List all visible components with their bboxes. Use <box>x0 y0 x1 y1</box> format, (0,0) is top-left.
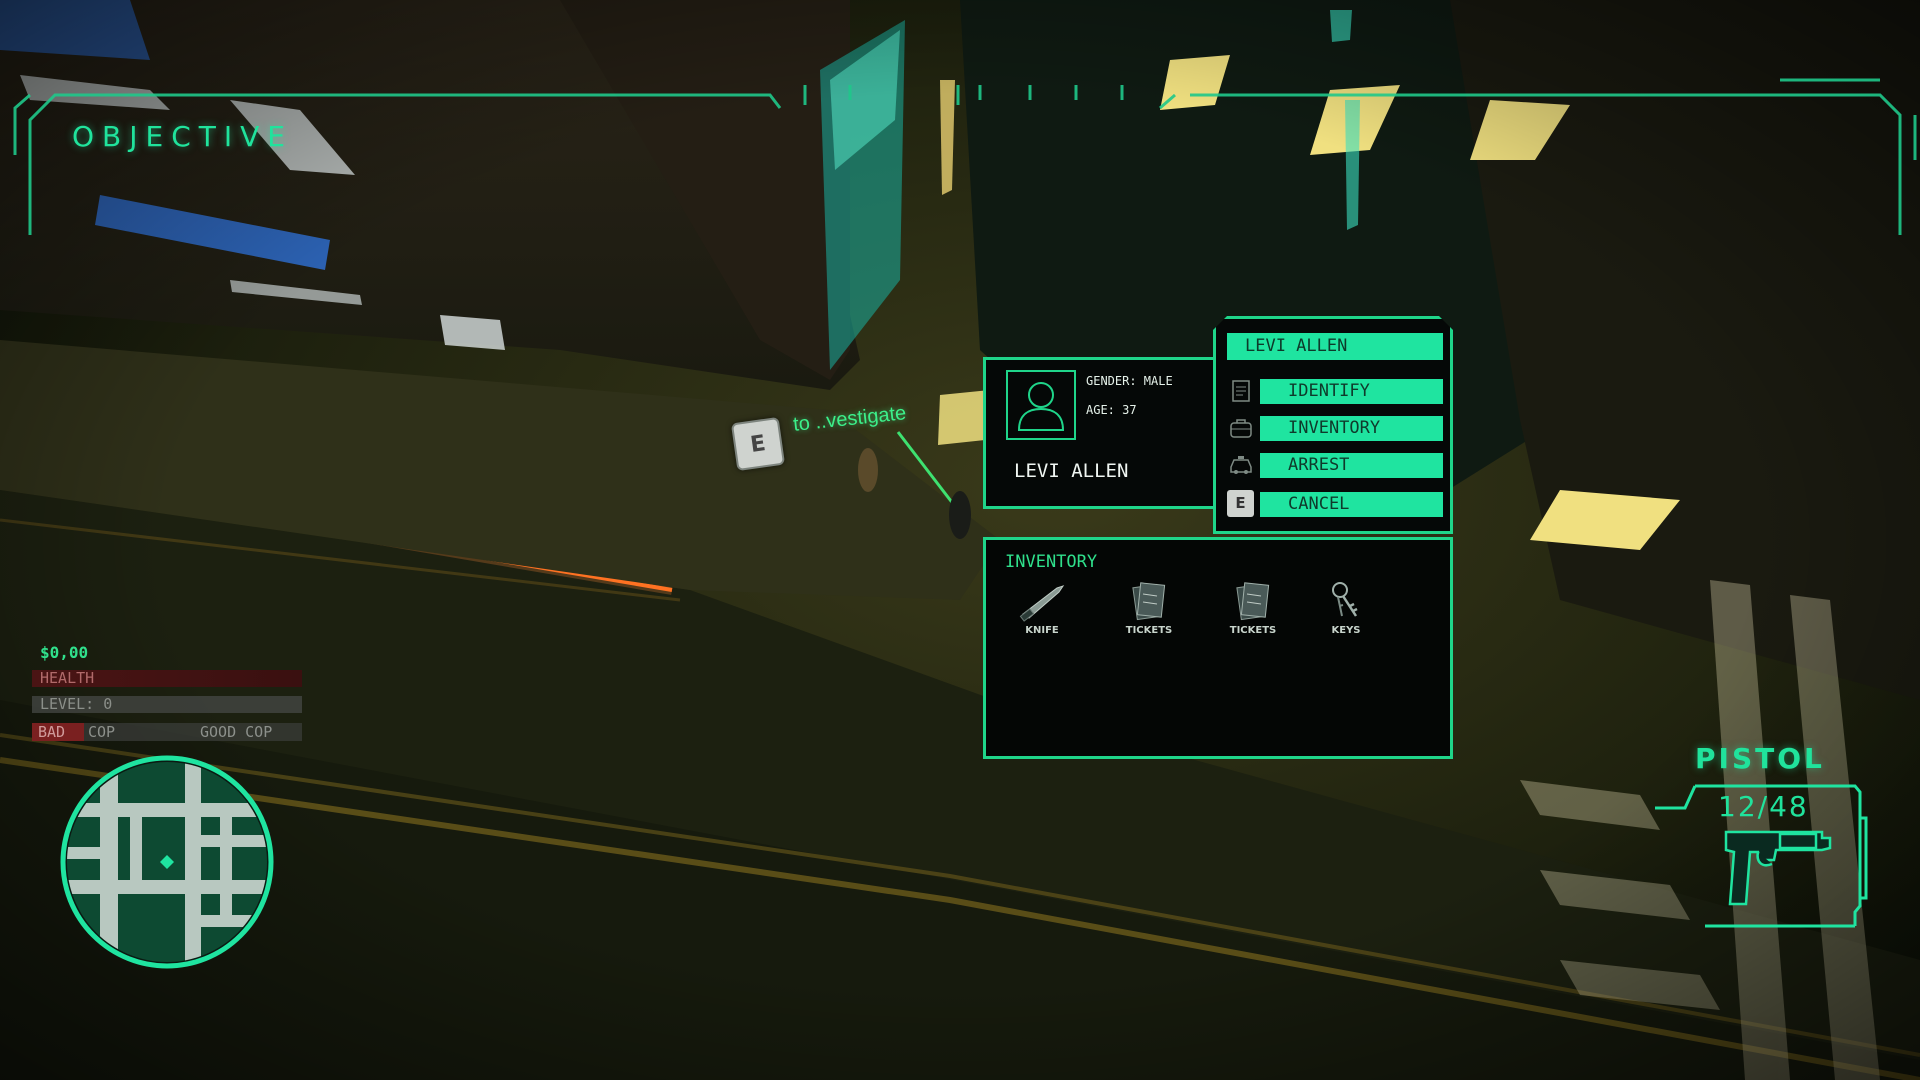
level-label: LEVEL: 0 <box>40 695 113 713</box>
inventory-item-label: TICKETS <box>1229 625 1277 636</box>
inventory-item-label: KNIFE <box>1025 625 1059 636</box>
cancel-button[interactable]: CANCEL <box>1260 492 1443 517</box>
minimap <box>60 755 274 969</box>
avatar <box>1006 370 1076 440</box>
tickets-icon <box>1132 582 1166 621</box>
bad-label: BAD <box>32 723 84 741</box>
objective-title: OBJECTIVE <box>72 120 293 153</box>
tickets-icon <box>1236 582 1270 621</box>
suspect-age: AGE: 37 <box>1086 403 1137 417</box>
document-icon <box>1228 379 1254 403</box>
suspect-profile-card: GENDER: MALE AGE: 37 LEVI ALLEN <box>983 357 1220 509</box>
ammo-counter: 12/48 <box>1718 790 1809 823</box>
pistol-icon <box>1724 830 1832 906</box>
inventory-button[interactable]: INVENTORY <box>1260 416 1443 441</box>
bad-cop-label: COP <box>88 723 116 741</box>
inventory-item-keys[interactable]: KEYS <box>1311 580 1381 636</box>
inventory-item-tickets[interactable]: TICKETS <box>1218 580 1288 636</box>
inventory-item-label: KEYS <box>1331 625 1361 636</box>
cop-alignment-bar: BAD COP GOOD COP <box>32 723 302 741</box>
inventory-title: INVENTORY <box>1005 552 1098 572</box>
level-bar: LEVEL: 0 <box>32 696 302 713</box>
person-silhouette-icon <box>1017 382 1065 431</box>
knife-icon <box>1019 585 1065 622</box>
bag-icon <box>1228 416 1254 440</box>
e-key-icon: E <box>1227 490 1254 517</box>
action-menu-title: LEVI ALLEN <box>1227 333 1443 360</box>
world-interact-key-icon: E <box>730 416 786 472</box>
game-scene <box>0 0 1920 1080</box>
health-bar: HEALTH <box>32 670 302 687</box>
health-label: HEALTH <box>40 669 95 687</box>
suspect-inventory-panel: INVENTORY KNIFE TICKETS TICKETS KEYS <box>983 537 1453 759</box>
weapon-name: PISTOL <box>1695 742 1825 775</box>
arrest-button[interactable]: ARREST <box>1260 453 1443 478</box>
inventory-item-tickets[interactable]: TICKETS <box>1114 580 1184 636</box>
inventory-item-label: TICKETS <box>1125 625 1173 636</box>
inventory-item-knife[interactable]: KNIFE <box>1007 580 1077 636</box>
keys-icon <box>1332 582 1358 617</box>
suspect-action-menu: LEVI ALLEN IDENTIFY INVENTORY ARREST E C… <box>1213 316 1453 534</box>
good-cop-label: GOOD COP <box>200 723 273 741</box>
suspect-gender: GENDER: MALE <box>1086 374 1173 388</box>
police-car-icon <box>1228 453 1254 477</box>
suspect-name: LEVI ALLEN <box>1014 460 1129 482</box>
identify-button[interactable]: IDENTIFY <box>1260 379 1443 404</box>
money-display: $0,00 <box>40 643 89 662</box>
